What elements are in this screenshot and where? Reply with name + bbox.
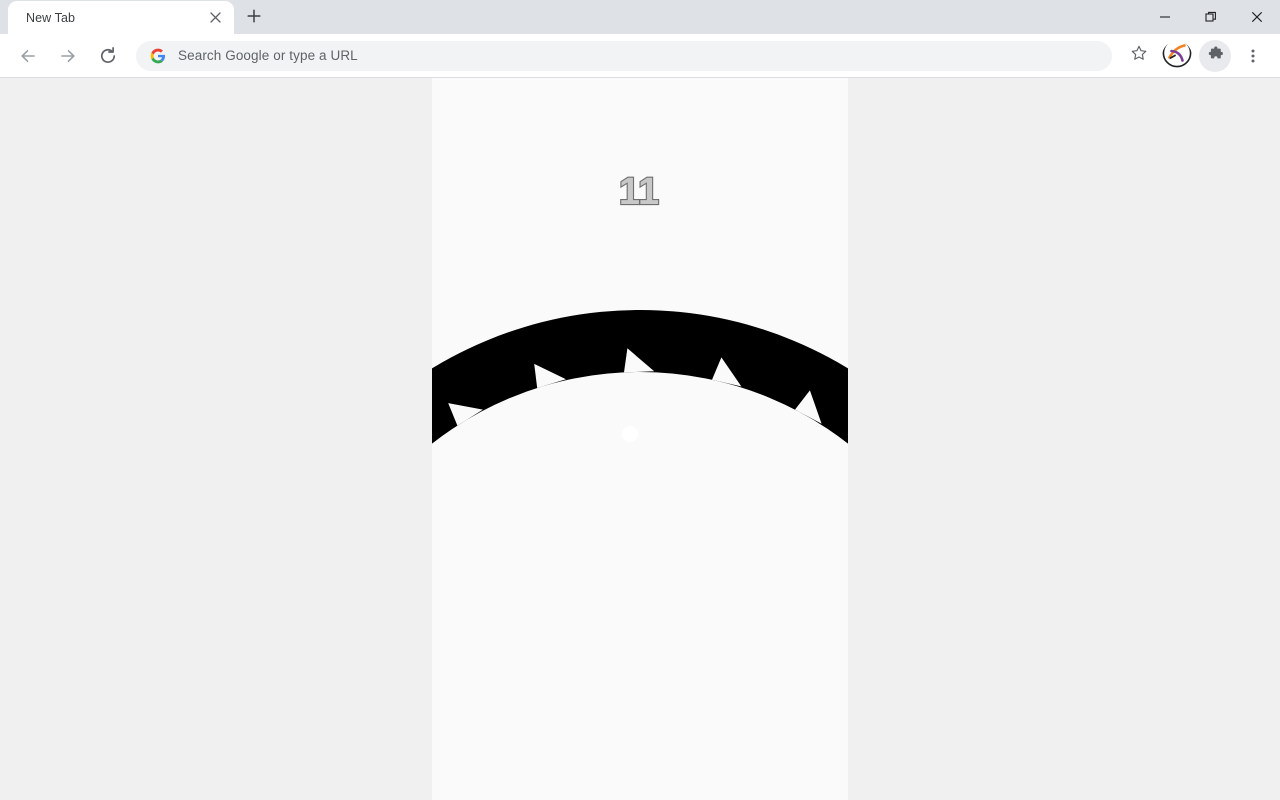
plus-icon: [247, 8, 261, 28]
browser-tab[interactable]: New Tab: [8, 1, 234, 34]
reload-button[interactable]: [92, 40, 124, 72]
google-g-icon: [150, 48, 166, 64]
maximize-button[interactable]: [1188, 0, 1234, 34]
tab-title: New Tab: [26, 10, 76, 25]
bookmark-button[interactable]: [1123, 40, 1155, 72]
address-bar[interactable]: [136, 40, 1112, 71]
minimize-button[interactable]: [1142, 0, 1188, 34]
close-icon[interactable]: [204, 7, 226, 29]
back-button[interactable]: [12, 40, 44, 72]
search-input[interactable]: [178, 48, 1098, 63]
reload-icon: [98, 46, 118, 66]
star-icon: [1130, 44, 1148, 67]
avatar-icon: [1162, 40, 1192, 71]
page-content: 11: [432, 78, 848, 800]
clock-numeral-11: 11: [618, 170, 660, 214]
page-viewport: 11: [0, 78, 1280, 800]
forward-button[interactable]: [52, 40, 84, 72]
browser-toolbar: [0, 34, 1280, 78]
chrome-menu-button[interactable]: [1237, 40, 1269, 72]
arrow-left-icon: [18, 46, 38, 66]
minimize-icon: [1159, 11, 1171, 23]
close-icon: [1251, 11, 1263, 23]
tab-strip: New Tab: [0, 0, 1280, 34]
restore-icon: [1205, 11, 1217, 23]
extensions-button[interactable]: [1199, 39, 1231, 72]
marker-dot: [622, 426, 638, 442]
kebab-menu-icon: [1245, 48, 1261, 64]
profile-avatar-button[interactable]: [1162, 40, 1192, 71]
numeral-label: 11: [619, 171, 659, 213]
new-tab-button[interactable]: [240, 4, 268, 32]
arrow-right-icon: [58, 46, 78, 66]
puzzle-icon: [1207, 45, 1224, 67]
window-controls: [1142, 0, 1280, 34]
browser-window: New Tab Search Google or type a URL 11: [0, 0, 1280, 800]
close-button[interactable]: [1234, 0, 1280, 34]
